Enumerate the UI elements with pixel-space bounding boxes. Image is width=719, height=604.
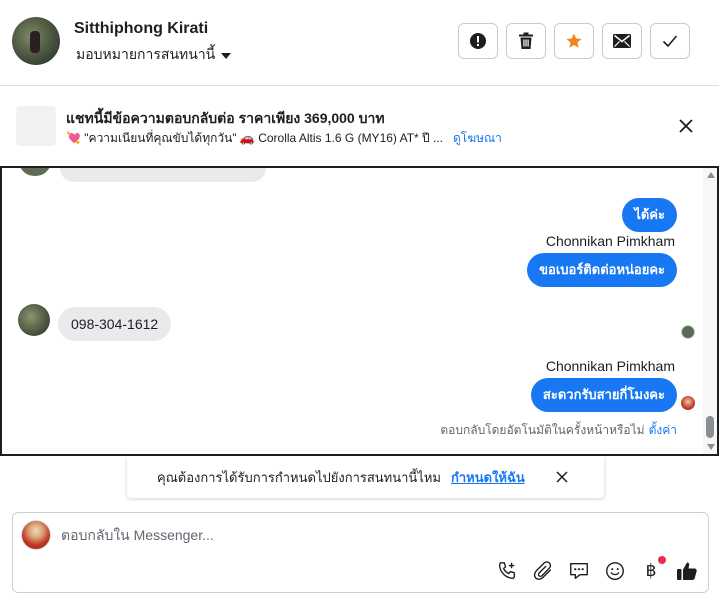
mark-spam-button[interactable] xyxy=(458,23,498,59)
assign-to-me-link[interactable]: กำหนดให้ฉัน xyxy=(451,467,525,488)
close-icon xyxy=(556,471,568,483)
emoji-button[interactable] xyxy=(603,559,627,583)
assign-prompt: คุณต้องการได้รับการกำหนดไปยังการสนทนานี้… xyxy=(127,456,604,498)
scroll-up-arrow-icon[interactable] xyxy=(707,172,715,178)
seen-indicator-avatar xyxy=(681,325,695,339)
star-icon xyxy=(566,33,582,48)
conversation-header: Sitthiphong Kirati มอบหมายการสนทนานี้ xyxy=(0,0,719,86)
baht-icon: ฿ xyxy=(645,561,657,581)
assign-conversation-dropdown[interactable]: มอบหมายการสนทนานี้ xyxy=(76,44,232,66)
notification-dot xyxy=(658,556,666,564)
contact-name[interactable]: Sitthiphong Kirati xyxy=(74,20,208,38)
paperclip-icon xyxy=(533,561,552,580)
view-ad-link[interactable]: ดูโฆษณา xyxy=(453,129,502,148)
delete-button[interactable] xyxy=(506,23,546,59)
auto-reply-suggestion: ตอบกลับโดยอัตโนมัติในครั้งหน้าหรือไม่ ตั้… xyxy=(440,421,677,440)
close-ad-button[interactable] xyxy=(676,116,696,136)
message-bubble-incoming[interactable]: 098-304-1612 xyxy=(58,307,172,341)
trash-icon xyxy=(519,32,533,49)
message-bubble-outgoing[interactable]: สะดวกรับสายกี่โมงคะ xyxy=(530,378,677,412)
contact-avatar-partial xyxy=(20,168,50,176)
page-avatar xyxy=(21,520,51,550)
ad-subtitle: 💘 "ความเนียนที่คุณขับได้ทุกวัน" 🚗 Coroll… xyxy=(66,131,443,145)
thumbs-up-icon xyxy=(677,562,697,580)
alert-circle-icon xyxy=(470,33,486,49)
envelope-icon xyxy=(613,34,631,48)
ad-thumbnail[interactable] xyxy=(16,106,56,146)
ad-title: แชทนี้มีข้อความตอบกลับต่อ ราคาเพียง 369,… xyxy=(66,110,385,126)
assign-prompt-text: คุณต้องการได้รับการกำหนดไปยังการสนทนานี้… xyxy=(157,469,441,485)
auto-reply-text: ตอบกลับโดยอัตโนมัติในครั้งหน้าหรือไม่ xyxy=(440,423,645,437)
ad-subtitle-row: 💘 "ความเนียนที่คุณขับได้ทุกวัน" 🚗 Coroll… xyxy=(66,129,502,148)
close-icon xyxy=(679,119,693,133)
caret-down-icon xyxy=(221,53,232,59)
emoji-icon xyxy=(606,562,624,580)
seen-indicator-avatar xyxy=(681,396,695,410)
message-thread[interactable]: ได้ค่ะ Chonnikan Pimkham ขอเบอร์ติดต่อหน… xyxy=(0,166,719,456)
assign-label: มอบหมายการสนทนานี้ xyxy=(76,46,216,62)
close-prompt-button[interactable] xyxy=(553,468,571,486)
contact-avatar[interactable] xyxy=(12,17,60,65)
scrollbar[interactable] xyxy=(703,168,717,454)
chat-bubble-icon xyxy=(570,562,588,580)
message-bubble-partial xyxy=(60,168,266,182)
ad-context-banner: แชทนี้มีข้อความตอบกลับต่อ ราคาเพียง 369,… xyxy=(0,86,719,166)
call-plus-icon xyxy=(498,562,516,580)
star-button[interactable] xyxy=(554,23,594,59)
call-button[interactable] xyxy=(495,559,519,583)
message-bubble-outgoing[interactable]: ได้ค่ะ xyxy=(622,198,677,232)
auto-reply-settings-link[interactable]: ตั้งค่า xyxy=(649,423,677,437)
message-composer: ฿ xyxy=(12,512,709,593)
sender-name: Chonnikan Pimkham xyxy=(545,233,675,249)
contact-avatar[interactable] xyxy=(18,304,50,336)
mark-unread-button[interactable] xyxy=(602,23,642,59)
check-icon xyxy=(662,35,678,48)
sender-name: Chonnikan Pimkham xyxy=(545,358,675,374)
scrollbar-thumb[interactable] xyxy=(706,416,714,438)
saved-replies-button[interactable] xyxy=(567,559,591,583)
reply-input[interactable] xyxy=(61,527,661,543)
like-button[interactable] xyxy=(675,559,699,583)
mark-done-button[interactable] xyxy=(650,23,690,59)
message-bubble-outgoing[interactable]: ขอเบอร์ติดต่อหน่อยคะ xyxy=(527,253,677,287)
attach-button[interactable] xyxy=(531,559,555,583)
scroll-down-arrow-icon[interactable] xyxy=(707,444,715,450)
